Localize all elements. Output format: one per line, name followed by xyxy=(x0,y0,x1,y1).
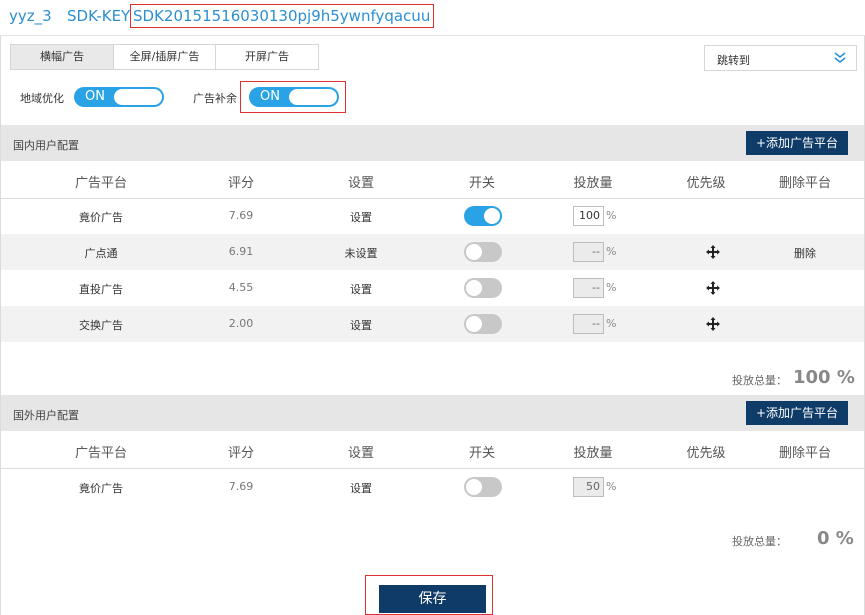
geo-optimize-label: 地域优化 xyxy=(20,92,64,105)
col-quantity: 投放量 xyxy=(573,446,613,461)
sdk-key-label: SDK-KEY xyxy=(67,7,131,25)
foreign-table-header: 广告平台 评分 设置 开关 投放量 优先级 删除平台 xyxy=(1,431,864,469)
quantity-input[interactable]: -- xyxy=(573,278,604,298)
platform-score: 6.91 xyxy=(228,245,254,258)
double-chevron-down-icon xyxy=(834,52,846,64)
col-setting: 设置 xyxy=(347,446,375,461)
jump-to-label: 跳转到 xyxy=(717,54,750,67)
ad-fill-label: 广告补余 xyxy=(193,92,237,105)
domestic-total-label: 投放总量： xyxy=(732,374,787,387)
move-icon[interactable] xyxy=(705,244,721,260)
col-quantity: 投放量 xyxy=(573,176,613,191)
move-icon[interactable] xyxy=(705,280,721,296)
domestic-total-value: 100 % xyxy=(793,367,855,388)
switch-knob xyxy=(466,316,482,332)
platform-name: 交换广告 xyxy=(79,319,123,332)
percent-sign: % xyxy=(606,480,617,493)
platform-score: 7.69 xyxy=(228,480,254,493)
domestic-table-header: 广告平台 评分 设置 开关 投放量 优先级 删除平台 xyxy=(1,161,864,199)
table-row: 交换广告 2.00 设置 -- % xyxy=(1,306,864,342)
foreign-total-label: 投放总量： xyxy=(732,535,787,548)
toggle-knob xyxy=(114,89,162,105)
domestic-section-title: 国内用户配置 xyxy=(13,139,79,152)
tab-fullscreen-interstitial-ads[interactable]: 全屏/插屏广告 xyxy=(113,44,216,70)
percent-sign: % xyxy=(606,245,617,258)
percent-sign: % xyxy=(606,281,617,294)
sdk-key-value[interactable]: SDK20151516030130pj9h5ywnfyqacuu xyxy=(130,4,435,28)
col-score: 评分 xyxy=(227,446,255,461)
percent-sign: % xyxy=(606,209,617,222)
platform-name: 竟价广告 xyxy=(79,482,123,495)
switch-knob xyxy=(466,244,482,260)
move-icon[interactable] xyxy=(705,316,721,332)
table-row: 竟价广告 7.69 设置 50 % xyxy=(1,469,864,505)
platform-setting-link[interactable]: 未设置 xyxy=(345,245,378,261)
foreign-total-value: 0 % xyxy=(817,528,854,549)
percent-sign: % xyxy=(606,317,617,330)
table-row: 直投广告 4.55 设置 -- % xyxy=(1,270,864,306)
save-button[interactable]: 保存 xyxy=(379,585,486,613)
ad-fill-state: ON xyxy=(260,89,280,104)
platform-switch[interactable] xyxy=(464,477,502,497)
domestic-section-header: 国内用户配置 +添加广告平台 xyxy=(1,125,864,161)
add-platform-button-foreign[interactable]: +添加广告平台 xyxy=(746,401,848,425)
quantity-input[interactable]: 50 xyxy=(573,477,604,497)
col-platform: 广告平台 xyxy=(74,176,128,191)
top-bar: yyz_3 SDK-KEY SDK20151516030130pj9h5ywnf… xyxy=(0,0,865,36)
toggle-knob xyxy=(289,89,337,105)
platform-score: 4.55 xyxy=(228,281,254,294)
ad-type-tabs: 横幅广告 全屏/插屏广告 开屏广告 xyxy=(10,44,319,70)
quantity-input[interactable]: 100 xyxy=(573,206,604,226)
ad-fill-toggle[interactable]: ON xyxy=(249,87,339,107)
col-priority: 优先级 xyxy=(686,446,726,461)
delete-platform-link[interactable]: 删除 xyxy=(794,245,816,261)
platform-score: 2.00 xyxy=(228,317,254,330)
quantity-input[interactable]: -- xyxy=(573,314,604,334)
table-row: 竟价广告 7.69 设置 100 % xyxy=(1,198,864,234)
platform-switch[interactable] xyxy=(464,242,502,262)
platform-switch[interactable] xyxy=(464,206,502,226)
platform-setting-link[interactable]: 设置 xyxy=(350,480,372,496)
platform-switch[interactable] xyxy=(464,314,502,334)
platform-setting-link[interactable]: 设置 xyxy=(350,209,372,225)
quantity-input[interactable]: -- xyxy=(573,242,604,262)
geo-optimize-state: ON xyxy=(85,89,105,104)
switch-knob xyxy=(466,479,482,495)
col-score: 评分 xyxy=(227,176,255,191)
platform-switch[interactable] xyxy=(464,278,502,298)
platform-score: 7.69 xyxy=(228,209,254,222)
geo-optimize-toggle[interactable]: ON xyxy=(74,87,164,107)
col-switch: 开关 xyxy=(468,446,496,461)
config-panel: 横幅广告 全屏/插屏广告 开屏广告 跳转到 地域优化 ON 广告补余 ON 国内… xyxy=(0,36,865,615)
col-priority: 优先级 xyxy=(686,176,726,191)
switch-knob xyxy=(484,208,500,224)
col-platform: 广告平台 xyxy=(74,446,128,461)
platform-name: 直投广告 xyxy=(79,283,123,296)
col-switch: 开关 xyxy=(468,176,496,191)
add-platform-button-domestic[interactable]: +添加广告平台 xyxy=(746,131,848,155)
foreign-section-title: 国外用户配置 xyxy=(13,409,79,422)
col-setting: 设置 xyxy=(347,176,375,191)
platform-setting-link[interactable]: 设置 xyxy=(350,281,372,297)
platform-setting-link[interactable]: 设置 xyxy=(350,317,372,333)
app-name: yyz_3 xyxy=(9,7,52,25)
col-delete: 删除平台 xyxy=(778,446,832,461)
tab-banner-ads[interactable]: 横幅广告 xyxy=(10,44,114,70)
jump-to-select[interactable]: 跳转到 xyxy=(704,45,857,71)
switch-knob xyxy=(466,280,482,296)
platform-name: 竟价广告 xyxy=(79,211,123,224)
col-delete: 删除平台 xyxy=(778,176,832,191)
table-row: 广点通 6.91 未设置 -- % 删除 xyxy=(1,234,864,270)
foreign-section-header: 国外用户配置 +添加广告平台 xyxy=(1,395,864,431)
platform-name: 广点通 xyxy=(84,247,118,260)
tab-splash-ads[interactable]: 开屏广告 xyxy=(215,44,319,70)
